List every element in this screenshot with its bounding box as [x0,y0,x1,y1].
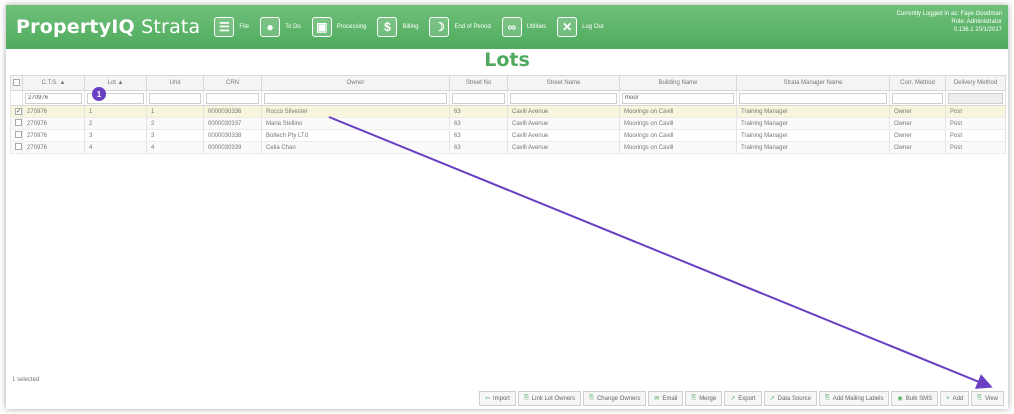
table-row[interactable]: ✓ 270976 1 1 0000030336 Rocco Silvester … [10,105,1006,118]
close-icon: ✕ [557,17,578,37]
filter-street-name[interactable] [510,92,617,104]
add-button[interactable]: + Add [940,391,970,406]
filter-delivery-method[interactable] [948,92,1003,104]
filter-cts[interactable] [25,92,82,104]
sms-icon: ◉ [897,396,903,402]
filter-street-no[interactable] [452,92,505,104]
table-row[interactable]: 270976 2 2 0000030337 Maria Stellino 63 … [10,117,1006,130]
selection-status: 1 selected [12,377,40,383]
user-role: Role: Administrator [951,19,1002,25]
import-button[interactable]: ⇦ Import [478,391,516,406]
step-number-badge: 1 [92,87,106,101]
col-header-crn[interactable]: CRN [203,75,262,91]
export-icon: ↗ [730,396,736,402]
col-header-building[interactable]: Building Name [619,75,737,91]
filter-corr-method[interactable] [892,92,943,104]
bottom-toolbar: ⇦ Import ⎘ Link Lot Owners ⎘ Change Owners … [477,391,1004,406]
users-icon: ⎘ [589,395,594,401]
col-header-street-no[interactable]: Street No [449,75,508,91]
file-icon: ☰ [214,17,235,37]
col-header-manager[interactable]: Strata Manager Name [736,75,890,91]
select-all-checkbox[interactable] [10,75,23,91]
processing-icon: ▣ [311,17,332,37]
filter-unit[interactable] [149,92,201,104]
menu-todo[interactable]: ● To Do [260,17,301,37]
col-header-unit[interactable]: Unit [146,75,204,91]
app-window: PropertyIQ Strata ☰ File ● To Do ▣ Processi… [6,5,1008,409]
row-checkbox[interactable] [15,143,22,150]
col-header-owner[interactable]: Owner [261,75,450,91]
bulk-sms-button[interactable]: ◉ Bulk SMS [891,391,939,406]
speech-bubble-icon: ● [260,17,281,37]
labels-icon: ⎘ [824,395,830,401]
main-menu: ☰ File ● To Do ▣ Processing $ Billing ☽ End o… [214,17,614,37]
app-logo: PropertyIQ Strata [16,16,201,38]
email-button[interactable]: ✉ Email [648,391,684,406]
data-source-button[interactable]: ↗ Data Source [763,391,817,406]
logged-in-user: Currently Logged In as: Faye Goodman [896,11,1002,17]
filter-crn[interactable] [206,92,259,104]
menu-utilities[interactable]: ∞ Utilities [501,17,546,37]
menu-file[interactable]: ☰ File [214,17,249,37]
link-icon: ⎘ [523,395,529,401]
menu-end-of-period[interactable]: ☽ End of Period [429,17,491,37]
moon-icon: ☽ [429,17,450,37]
data-source-icon: ↗ [769,396,775,402]
filter-owner[interactable] [264,92,447,104]
col-header-corr-method[interactable]: Corr. Method [889,75,946,91]
merge-icon: ⎘ [691,395,697,401]
email-icon: ✉ [654,396,660,402]
table-row[interactable]: 270976 3 3 0000030338 Boltech Pty LTd 63… [10,129,1006,142]
col-header-cts[interactable]: C.T.S. ▲ [22,75,85,91]
app-version: 0.136.1 20/1/2017 [953,27,1002,33]
row-checkbox[interactable]: ✓ [15,108,22,115]
lots-grid: C.T.S. ▲ Lot ▲ Unit CRN Owner Street No … [10,75,1006,154]
add-icon: + [946,395,950,402]
add-mailing-labels-button[interactable]: ⎘ Add Mailing Labels [818,391,890,406]
dollar-icon: $ [377,17,398,37]
row-checkbox[interactable] [15,131,22,138]
menu-billing[interactable]: $ Billing [377,17,418,37]
change-owners-button[interactable]: ⎘ Change Owners [583,391,647,406]
menu-processing[interactable]: ▣ Processing [311,17,366,37]
filter-manager[interactable] [739,92,887,104]
merge-button[interactable]: ⎘ Merge [685,391,723,406]
header-row: C.T.S. ▲ Lot ▲ Unit CRN Owner Street No … [10,75,1006,91]
top-menu-bar: PropertyIQ Strata ☰ File ● To Do ▣ Processi… [6,5,1008,49]
link-icon: ∞ [501,17,522,37]
menu-log-out[interactable]: ✕ Log Out [557,17,604,37]
filter-row [10,90,1006,106]
export-button[interactable]: ↗ Export [724,391,762,406]
view-button[interactable]: ⎘ View [971,391,1004,406]
import-icon: ⇦ [484,396,490,402]
page-title: Lots [484,49,530,71]
filter-building[interactable] [622,92,734,104]
col-header-street-name[interactable]: Street Name [507,75,620,91]
row-checkbox[interactable] [15,119,22,126]
view-icon: ⎘ [977,395,983,401]
col-header-delivery-method[interactable]: Delivery Method [945,75,1006,91]
table-row[interactable]: 270976 4 4 0000030339 Celia Chan 63 Cavi… [10,141,1006,154]
link-lot-owners-button[interactable]: ⎘ Link Lot Owners [517,391,582,406]
user-info: Currently Logged In as: Faye Goodman Rol… [897,10,1002,34]
